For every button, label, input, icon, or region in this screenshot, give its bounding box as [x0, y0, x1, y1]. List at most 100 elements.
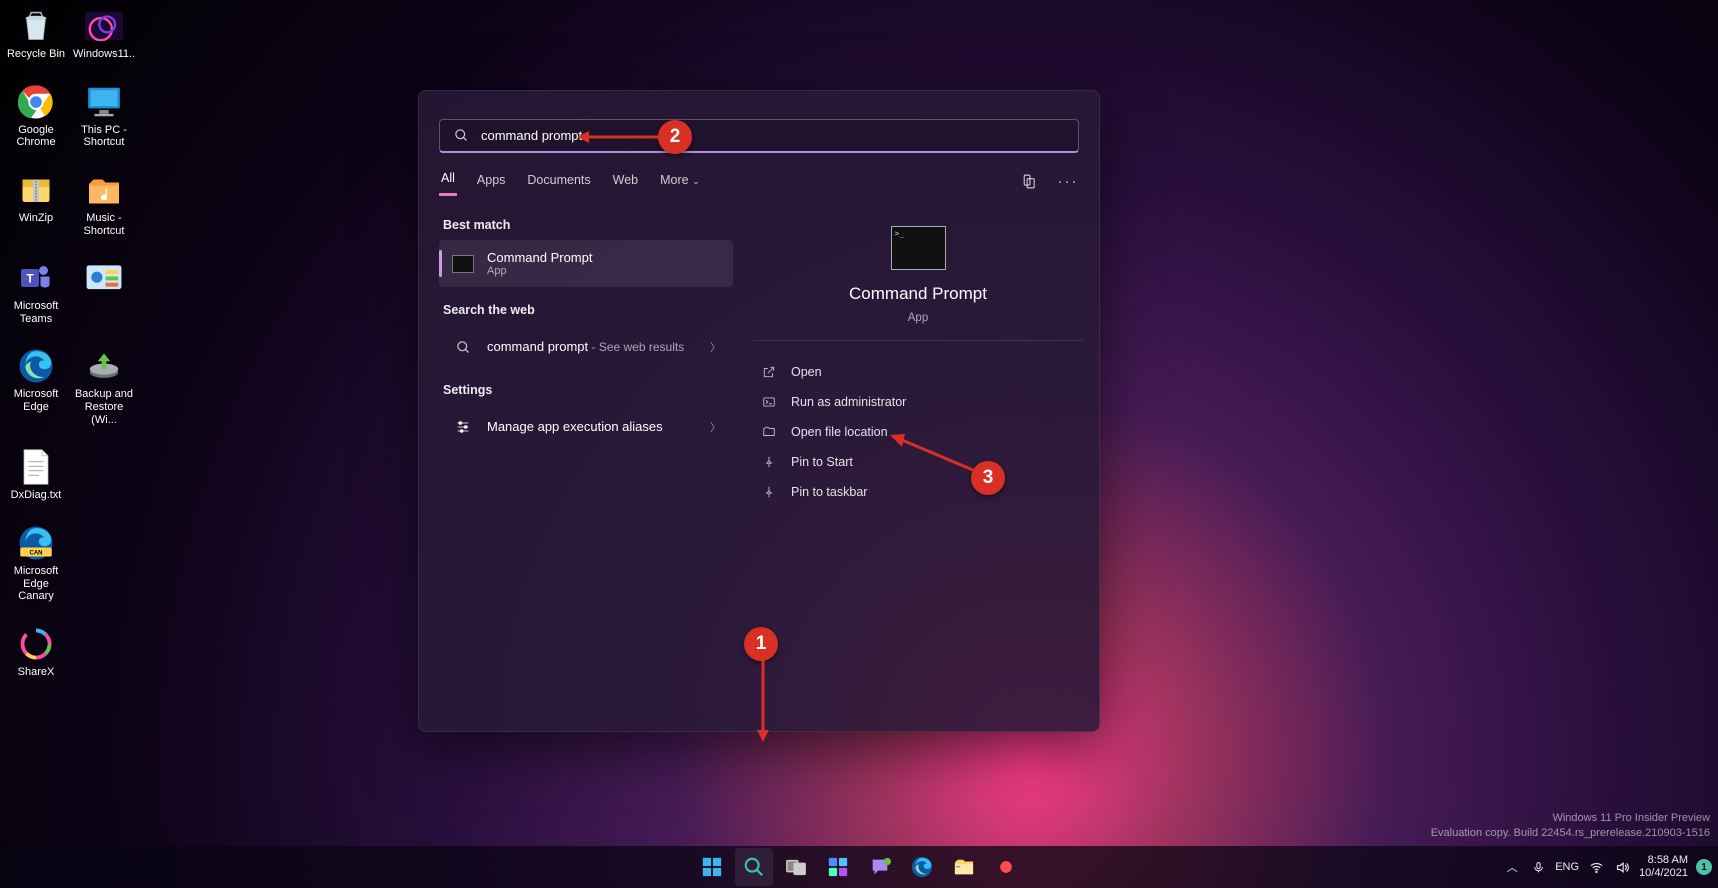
desktop-icon-label: Backup and Restore (Wi... — [73, 388, 135, 426]
divider — [753, 340, 1083, 341]
result-command-prompt[interactable]: Command Prompt App — [439, 240, 733, 287]
desktop-icon-music[interactable]: Music - Shortcut — [72, 170, 136, 238]
desktop-icon-recycle-bin[interactable]: Recycle Bin — [4, 6, 68, 62]
action-pin-to-taskbar[interactable]: Pin to taskbar — [753, 477, 1083, 507]
desktop-icon-label: Microsoft Teams — [5, 300, 67, 325]
desktop-icon-label: Windows11... — [73, 48, 135, 61]
desktop-icon-sharex[interactable]: ShareX — [4, 624, 68, 680]
result-title: Command Prompt — [487, 250, 592, 265]
chevron-right-icon: 〉 — [710, 339, 721, 355]
desktop-icon-label: Microsoft Edge Canary — [5, 565, 67, 603]
chevron-right-icon: 〉 — [710, 419, 721, 435]
search-phone-link-icon[interactable] — [1017, 171, 1039, 193]
app-preview-icon — [891, 226, 946, 270]
annotation-badge-1: 1 — [744, 627, 778, 661]
search-tab-all[interactable]: All — [439, 167, 457, 196]
app-detail-type: App — [908, 312, 928, 324]
app-detail-title: Command Prompt — [849, 284, 987, 304]
tray-notifications[interactable]: 1 — [1696, 859, 1712, 875]
winzip-icon — [16, 171, 56, 209]
desktop-icon-label: Microsoft Edge — [5, 388, 67, 413]
this-pc-icon — [84, 83, 124, 121]
result-settings-aliases[interactable]: Manage app execution aliases 〉 — [439, 405, 733, 449]
sharex-icon — [16, 625, 56, 663]
wallpaper-icon — [84, 7, 124, 45]
edge-canary-icon: CAN — [16, 524, 56, 562]
search-more-icon[interactable]: ··· — [1057, 171, 1079, 193]
tray-volume-icon[interactable] — [1613, 858, 1631, 876]
action-icon — [761, 394, 777, 410]
tray-wifi-icon[interactable] — [1587, 858, 1605, 876]
search-tab-documents[interactable]: Documents — [525, 169, 592, 195]
desktop-icon-label: DxDiag.txt — [11, 489, 62, 502]
search-tabs: All Apps Documents Web More ⌄ ··· — [419, 153, 1099, 196]
tray-language[interactable]: ENG — [1555, 861, 1579, 873]
control-panel-icon — [84, 259, 124, 297]
search-tab-more[interactable]: More ⌄ — [658, 169, 702, 195]
annotation-arrow-3 — [888, 430, 976, 474]
action-run-as-administrator[interactable]: Run as administrator — [753, 387, 1083, 417]
dxdiag-icon — [16, 448, 56, 486]
annotation-arrow-2 — [577, 130, 659, 144]
desktop-icon-dxdiag[interactable]: DxDiag.txt — [4, 447, 68, 503]
desktop-icon-label: This PC - Shortcut — [73, 124, 135, 149]
action-icon — [761, 424, 777, 440]
search-input[interactable] — [481, 128, 1064, 143]
desktop-icon-chrome[interactable]: Google Chrome — [4, 82, 68, 150]
results-left: Best match Command Prompt App Search the… — [419, 196, 737, 731]
action-icon — [761, 454, 777, 470]
teams-icon: T — [16, 259, 56, 297]
heading-search-web: Search the web — [439, 295, 733, 325]
desktop-icon-edge-canary[interactable]: CANMicrosoft Edge Canary — [4, 523, 68, 604]
desktop: Recycle Bin Windows11... Google ChromeThis… — [0, 0, 1718, 888]
heading-best-match: Best match — [439, 210, 733, 240]
action-icon — [761, 364, 777, 380]
desktop-icon-this-pc[interactable]: This PC - Shortcut — [72, 82, 136, 150]
tray-mic-icon[interactable] — [1529, 858, 1547, 876]
desktop-icon-wallpaper[interactable]: Windows11... — [72, 6, 136, 62]
desktop-icon-label: ShareX — [18, 666, 55, 679]
desktop-icon-label: Music - Shortcut — [73, 212, 135, 237]
edge-icon — [16, 347, 56, 385]
result-web[interactable]: command prompt - See web results 〉 — [439, 325, 733, 369]
desktop-icon-teams[interactable]: T Microsoft Teams — [4, 258, 68, 326]
annotation-badge-2: 2 — [658, 120, 692, 154]
chrome-icon — [16, 83, 56, 121]
tray-datetime[interactable]: 8:58 AM 10/4/2021 — [1639, 854, 1688, 879]
action-label: Open file location — [791, 425, 888, 439]
search-tab-web[interactable]: Web — [611, 169, 640, 195]
desktop-icon-label: Google Chrome — [5, 124, 67, 149]
os-watermark: Windows 11 Pro Insider Preview Evaluatio… — [1431, 811, 1710, 840]
desktop-icon-winzip[interactable]: WinZip — [4, 170, 68, 238]
desktop-icon-grid: Recycle Bin Windows11... Google ChromeThis… — [4, 6, 140, 680]
search-icon — [454, 128, 469, 143]
taskbar-chat[interactable] — [861, 848, 899, 886]
music-icon — [84, 171, 124, 209]
taskbar-start[interactable] — [693, 848, 731, 886]
result-subtitle: App — [487, 265, 592, 277]
system-tray: ︿ ENG 8:58 AM 10/4/2021 1 — [1503, 854, 1712, 879]
action-label: Run as administrator — [791, 395, 906, 409]
action-icon — [761, 484, 777, 500]
backup-icon — [84, 347, 124, 385]
taskbar-taskview[interactable] — [777, 848, 815, 886]
desktop-icon-edge[interactable]: Microsoft Edge — [4, 346, 68, 427]
taskbar-sharex[interactable] — [987, 848, 1025, 886]
action-label: Open — [791, 365, 822, 379]
search-box[interactable] — [439, 119, 1079, 153]
desktop-icon-control-panel[interactable] — [72, 258, 136, 326]
annotation-arrow-1 — [755, 660, 771, 742]
taskbar-explorer[interactable] — [945, 848, 983, 886]
recycle-bin-icon — [16, 7, 56, 45]
desktop-icon-backup[interactable]: Backup and Restore (Wi... — [72, 346, 136, 427]
taskbar-search[interactable] — [735, 848, 773, 886]
action-open[interactable]: Open — [753, 357, 1083, 387]
heading-settings: Settings — [439, 375, 733, 405]
search-tab-apps[interactable]: Apps — [475, 169, 508, 195]
action-label: Pin to taskbar — [791, 485, 867, 499]
taskbar-edge[interactable] — [903, 848, 941, 886]
tray-chevron-up-icon[interactable]: ︿ — [1503, 858, 1521, 876]
taskbar-widgets[interactable] — [819, 848, 857, 886]
desktop-icon-label: Recycle Bin — [7, 48, 65, 61]
taskbar: ︿ ENG 8:58 AM 10/4/2021 1 — [0, 846, 1718, 888]
